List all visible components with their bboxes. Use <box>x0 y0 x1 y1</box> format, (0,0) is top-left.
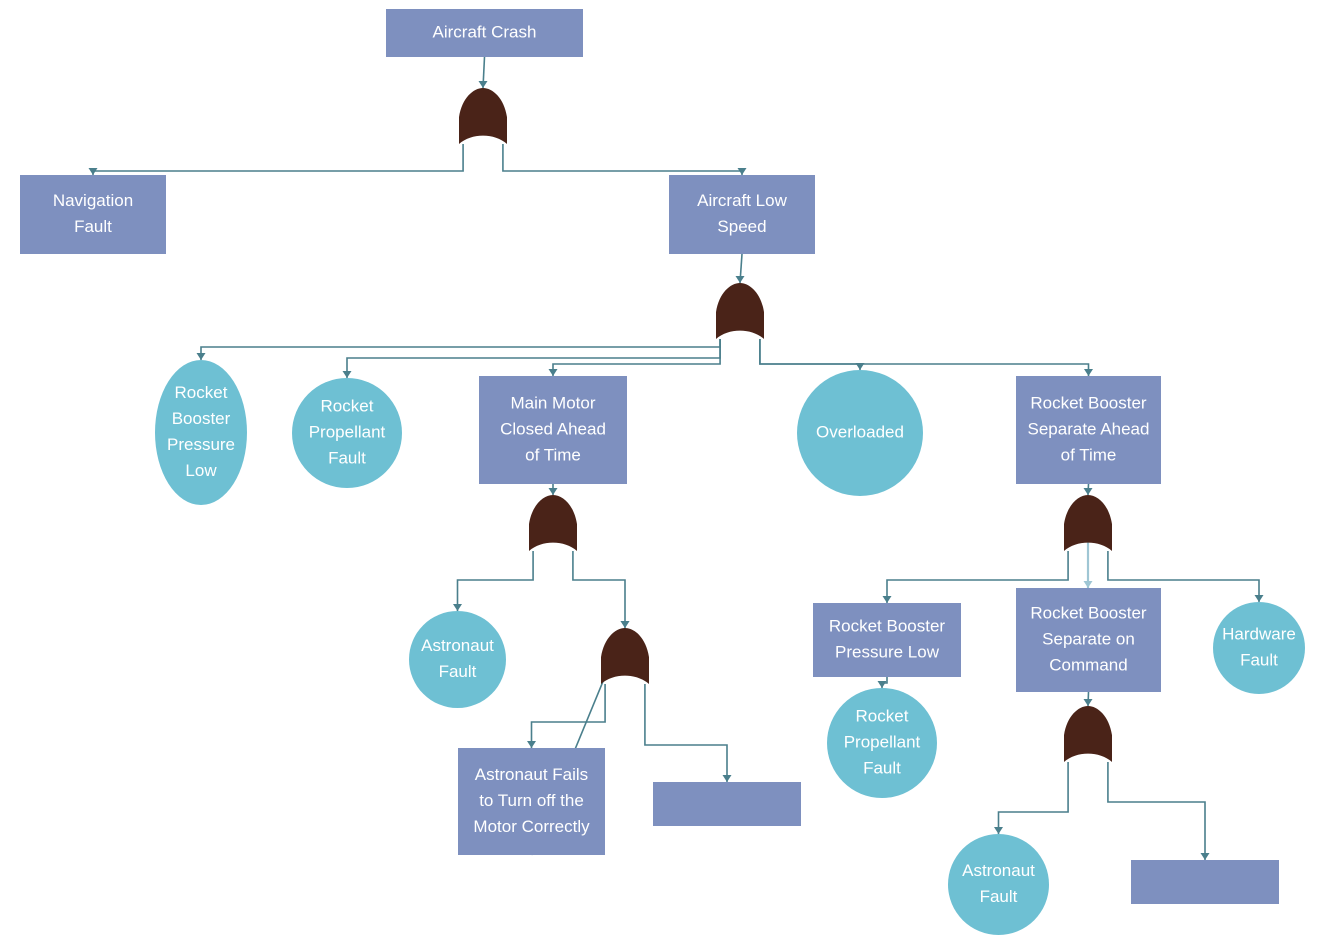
or-gate-icon <box>529 495 577 551</box>
connector <box>502 144 747 175</box>
node-shape-ellipse <box>1213 602 1305 694</box>
connector-line <box>759 339 1090 376</box>
arrowhead <box>1084 369 1093 376</box>
connector <box>759 339 1093 376</box>
connector <box>548 484 558 495</box>
arrowhead <box>196 353 206 360</box>
node-shape-rect <box>386 9 583 57</box>
arrowhead <box>1254 595 1264 602</box>
basic-event-rocket-propellant-fault[interactable]: RocketPropellantFault <box>827 688 937 798</box>
arrowhead <box>882 596 892 603</box>
node-shape-rect <box>458 748 605 855</box>
connector <box>644 684 732 782</box>
event-box-empty-n14[interactable] <box>653 782 801 826</box>
or-gate-g3[interactable] <box>529 495 577 551</box>
connector <box>88 144 464 175</box>
event-box-rocket-booster-separate-on-command[interactable]: Rocket BoosterSeparate onCommand <box>1016 588 1161 692</box>
arrowhead <box>342 371 352 378</box>
connector <box>1083 483 1093 496</box>
node-shape-rect <box>1131 860 1279 904</box>
node-shape-rect <box>1016 588 1161 692</box>
node-shape-ellipse <box>409 611 506 708</box>
connector-line <box>92 144 464 175</box>
or-gate-icon <box>1064 706 1112 762</box>
or-gate-g5[interactable] <box>601 628 649 684</box>
node-layer: Aircraft Crash NavigationFault Aircraft Lo… <box>20 9 1305 935</box>
connector-line <box>502 144 743 175</box>
arrowhead <box>1083 699 1093 706</box>
event-box-rocket-booster-pressure-low[interactable]: Rocket BoosterPressure Low <box>813 603 961 677</box>
connector <box>994 762 1069 834</box>
connector-line <box>346 339 721 378</box>
arrowhead <box>1083 581 1093 588</box>
fault-tree-diagram: Aircraft Crash Navigation Fault Aircraft Lo… <box>0 0 1327 947</box>
event-box-main-motor-closed-ahead-of-time[interactable]: Main MotorClosed Aheadof Time <box>479 376 627 484</box>
arrowhead <box>1200 853 1210 860</box>
event-box-rocket-booster-separate-ahead-of-time[interactable]: Rocket BoosterSeparate Aheadof Time <box>1016 376 1161 484</box>
or-gate-icon <box>1064 495 1112 551</box>
arrowhead <box>1083 488 1093 495</box>
or-gate-icon <box>601 628 649 684</box>
connector <box>1107 762 1210 860</box>
connector <box>196 339 721 360</box>
or-gate-icon <box>459 88 507 144</box>
basic-event-astronaut-fault[interactable]: AstronautFault <box>948 834 1049 935</box>
or-gate-g1[interactable] <box>459 88 507 144</box>
or-gate-g6[interactable] <box>1064 706 1112 762</box>
event-box-empty-n17[interactable] <box>1131 860 1279 904</box>
node-shape-ellipse <box>827 688 937 798</box>
connector-line <box>759 339 861 370</box>
connector <box>877 677 888 688</box>
arrowhead <box>548 369 558 376</box>
node-shape-ellipse <box>292 378 402 488</box>
basic-event-hardware-fault[interactable]: HardwareFault <box>1213 602 1305 694</box>
node-shape-rect <box>479 376 627 484</box>
connector <box>572 551 630 628</box>
connector-line <box>200 339 721 360</box>
fault-tree-canvas: Aircraft Crash NavigationFault Aircraft Lo… <box>20 9 1305 935</box>
or-gate-g4[interactable] <box>1064 495 1112 551</box>
connector <box>342 339 721 378</box>
connector <box>453 551 534 611</box>
node-shape-rect <box>669 175 815 254</box>
arrowhead <box>735 276 745 283</box>
or-gate-g2[interactable] <box>716 283 764 339</box>
connector-line <box>456 551 534 611</box>
node-shape-rect <box>20 175 166 254</box>
node-shape-ellipse <box>155 360 247 505</box>
basic-event-overloaded[interactable]: Overloaded <box>797 370 923 496</box>
arrowhead <box>478 81 488 88</box>
node-shape-rect <box>653 782 801 826</box>
arrowhead <box>620 621 630 628</box>
connector <box>735 253 745 284</box>
connector-line <box>997 762 1069 834</box>
connector <box>478 56 488 89</box>
event-box-navigation-fault[interactable]: NavigationFault <box>20 175 166 254</box>
basic-event-astronaut-fault[interactable]: AstronautFault <box>409 611 506 708</box>
arrowhead <box>453 604 462 611</box>
node-shape-ellipse <box>948 834 1049 935</box>
arrowhead <box>527 741 536 748</box>
connector <box>1083 541 1093 588</box>
connector-line <box>530 684 606 748</box>
connector <box>527 684 606 748</box>
connector-line <box>644 684 728 782</box>
arrowhead <box>877 681 887 688</box>
node-shape-ellipse <box>797 370 923 496</box>
arrowhead <box>548 488 558 495</box>
event-box-aircraft-crash[interactable]: Aircraft Crash <box>386 9 583 57</box>
node-shape-rect <box>813 603 961 677</box>
connector <box>1083 691 1093 707</box>
event-box-astronaut-fails-to-turn-off-the-motor-correctly[interactable]: Astronaut Failsto Turn off theMotor Corr… <box>458 748 605 855</box>
arrowhead <box>722 775 732 782</box>
event-box-aircraft-low-speed[interactable]: Aircraft LowSpeed <box>669 175 815 254</box>
arrowhead <box>994 827 1003 834</box>
basic-event-rocket-booster-pressure-low[interactable]: RocketBoosterPressureLow <box>155 360 247 505</box>
basic-event-rocket-propellant-fault[interactable]: RocketPropellantFault <box>292 378 402 488</box>
node-shape-rect <box>1016 376 1161 484</box>
connector-line <box>572 551 626 628</box>
or-gate-icon <box>716 283 764 339</box>
connector <box>759 339 865 370</box>
connector-line <box>1107 762 1206 860</box>
